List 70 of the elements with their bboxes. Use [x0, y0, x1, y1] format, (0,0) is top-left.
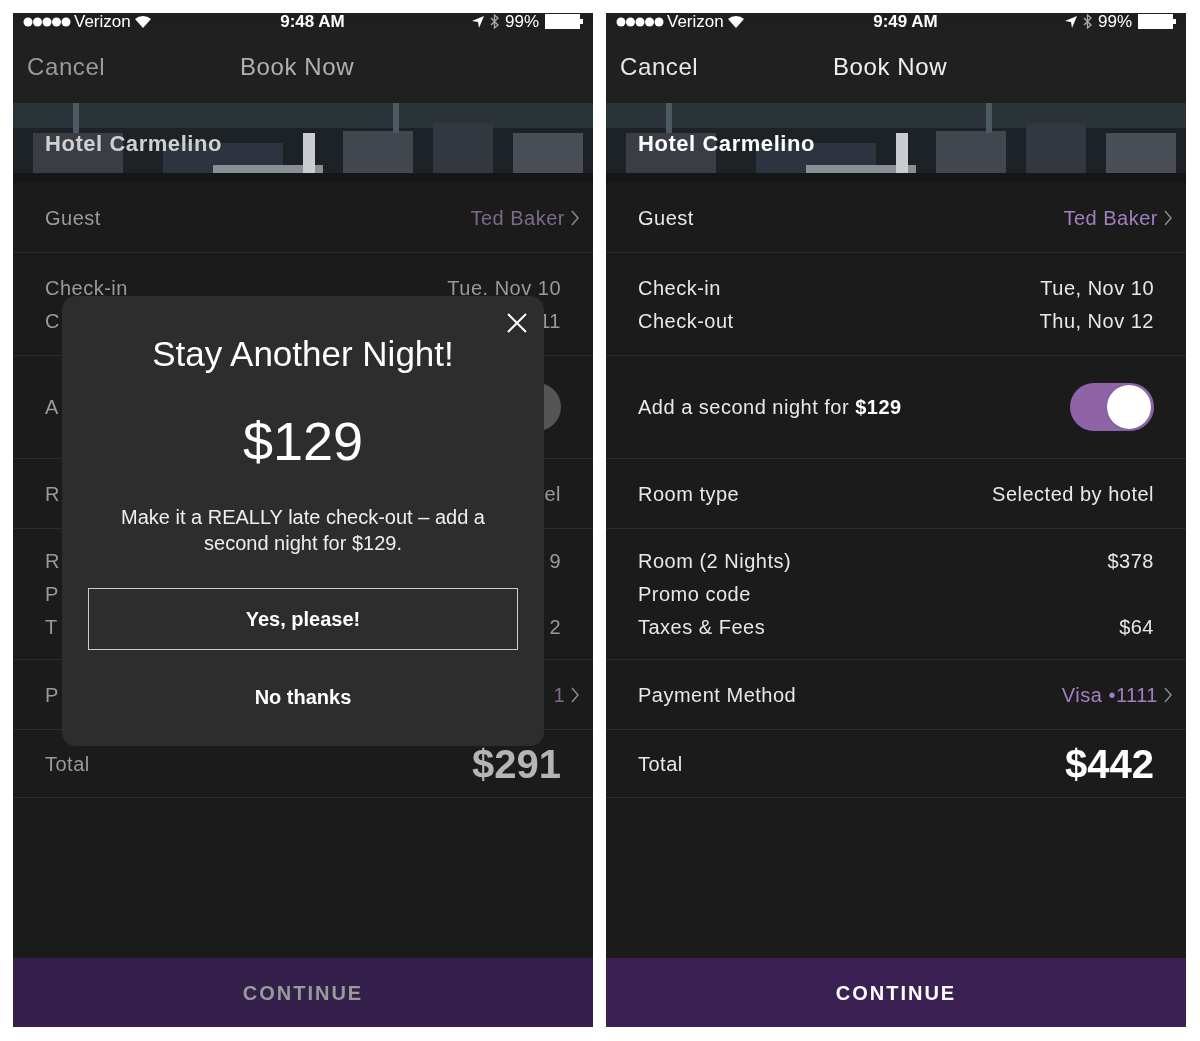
battery-icon — [1138, 14, 1176, 29]
row-label: R — [45, 481, 60, 507]
close-icon[interactable] — [506, 312, 528, 334]
continue-button[interactable]: CONTINUE — [606, 958, 1186, 1027]
signal-icon — [23, 16, 71, 27]
carrier-name: Verizon — [74, 13, 131, 30]
row-value: 2 — [549, 615, 561, 640]
row-label: Add a second night for $129 — [638, 395, 903, 420]
row-value: el — [544, 481, 561, 507]
signal-icon — [616, 16, 664, 27]
chevron-icon — [571, 209, 579, 226]
wifi-icon — [726, 15, 745, 28]
row-link[interactable]: 1 — [553, 679, 579, 710]
carrier-name: Verizon — [667, 13, 724, 30]
total-amount: $442 — [1065, 740, 1154, 788]
row-link[interactable]: Ted Baker — [470, 202, 579, 233]
row-value: $64 — [1119, 615, 1154, 640]
battery-percent: 99% — [504, 13, 539, 30]
row-label: Check-in — [45, 275, 128, 301]
bluetooth-icon — [1082, 14, 1092, 29]
row-link[interactable]: Ted Baker — [1063, 202, 1172, 233]
hotel-name: Hotel Carmelino — [45, 129, 222, 158]
row-label: Guest — [638, 205, 694, 231]
row-value: Thu, Nov 12 — [1039, 308, 1154, 334]
offer-message: Make it a REALLY late check-out – add a second night for $129. — [120, 504, 486, 556]
row-label: P — [45, 682, 59, 708]
battery-icon — [545, 14, 583, 29]
row-label: Check-in — [638, 275, 721, 301]
row-label: C — [45, 308, 60, 334]
battery-percent: 99% — [1097, 13, 1132, 30]
chevron-icon — [1164, 209, 1172, 226]
chevron-icon — [1164, 686, 1172, 703]
location-icon — [1064, 15, 1077, 28]
cancel-button[interactable]: Cancel — [27, 48, 240, 85]
row-label: Taxes & Fees — [638, 615, 766, 640]
row-value: Tue, Nov 10 — [1040, 275, 1154, 301]
accept-button[interactable]: Yes, please! — [88, 587, 518, 650]
offer-price: $129 — [242, 409, 364, 473]
row-value: 9 — [549, 549, 561, 574]
row-label: Check-out — [638, 308, 734, 334]
bluetooth-icon — [489, 14, 499, 29]
row-label: R — [45, 549, 60, 574]
cancel-button[interactable]: Cancel — [620, 48, 833, 85]
row-label: T — [45, 615, 58, 640]
status-time: 9:48 AM — [279, 13, 346, 30]
wifi-icon — [133, 15, 152, 28]
total-label: Total — [638, 751, 684, 777]
row-label: Room (2 Nights) — [638, 549, 792, 574]
row-value: Tue. Nov 10 — [447, 275, 561, 301]
toggle-switch[interactable] — [1070, 383, 1154, 431]
row-label: P — [45, 582, 59, 607]
row-label: Promo code — [638, 582, 751, 607]
hotel-name: Hotel Carmelino — [638, 129, 815, 158]
location-icon — [471, 15, 484, 28]
row-label: A — [45, 395, 60, 420]
screen-title: Book Now — [240, 51, 355, 82]
total-amount: $291 — [472, 740, 561, 788]
row-value: $378 — [1107, 549, 1154, 574]
row-label: Payment Method — [638, 682, 797, 708]
dialog-title: Stay Another Night! — [152, 333, 454, 375]
decline-button[interactable]: No thanks — [254, 681, 352, 712]
status-time: 9:49 AM — [872, 13, 939, 30]
chevron-icon — [571, 686, 579, 703]
row-value: Selected by hotel — [992, 481, 1154, 507]
continue-button[interactable]: CONTINUE — [13, 958, 593, 1027]
row-label: Room type — [638, 481, 740, 507]
screen-title: Book Now — [833, 51, 948, 82]
total-label: Total — [45, 751, 91, 777]
row-link[interactable]: Visa •1111 — [1061, 679, 1172, 710]
row-label: Guest — [45, 205, 101, 231]
